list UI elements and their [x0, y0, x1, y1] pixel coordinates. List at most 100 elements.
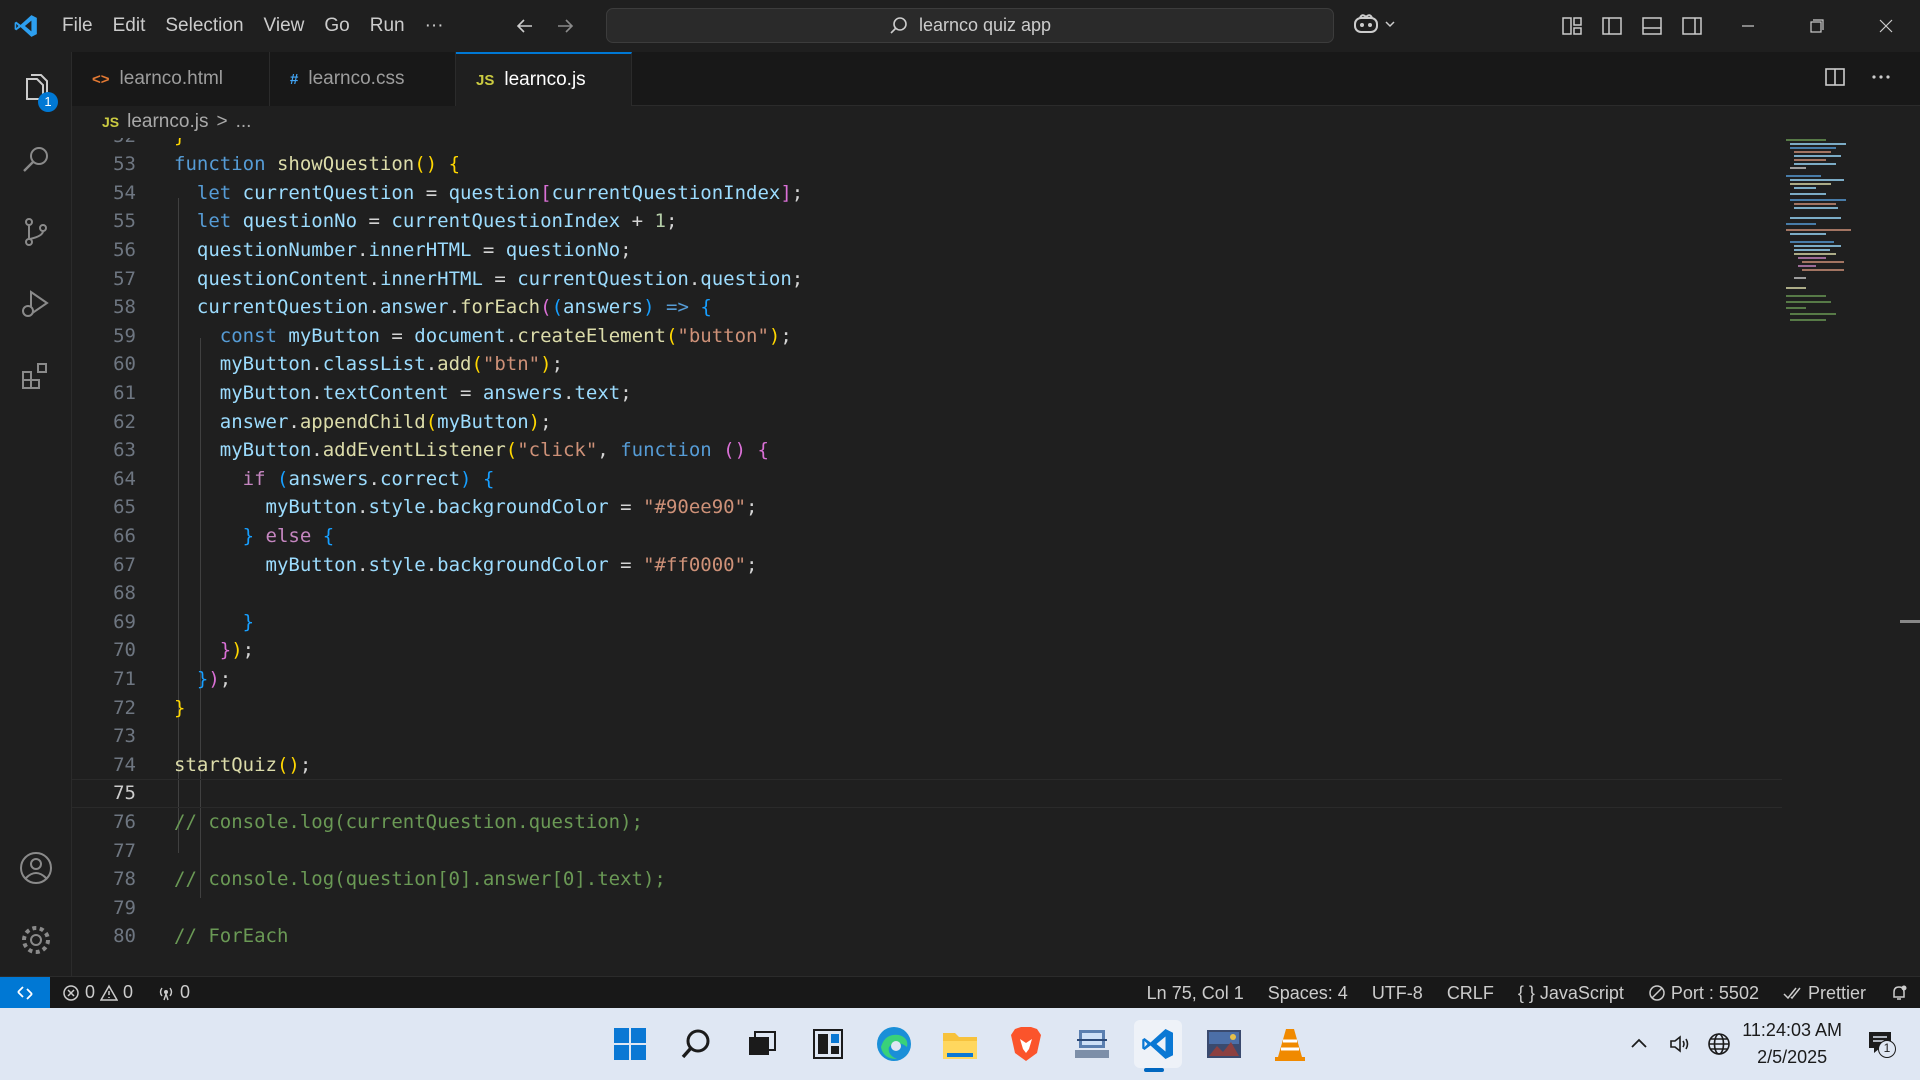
code-line: 55 let questionNo = currentQuestionIndex… [113, 210, 678, 233]
code-line: 70 }); [113, 639, 255, 662]
tab-learnco-html[interactable]: <> learnco.html [72, 52, 270, 106]
warning-icon [100, 983, 119, 1001]
more-actions-icon[interactable] [1870, 66, 1892, 88]
menu-run[interactable]: Run [360, 0, 415, 52]
error-icon [63, 984, 79, 1001]
network-app-icon[interactable] [1068, 1020, 1116, 1068]
split-editor-icon[interactable] [1824, 66, 1846, 88]
code-line: 64 if (answers.correct) { [113, 468, 495, 491]
code-line: 66 } else { [113, 525, 335, 548]
menu-edit[interactable]: Edit [103, 0, 156, 52]
breadcrumb[interactable]: JS learnco.js > ... [72, 106, 1920, 138]
search-icon[interactable] [0, 124, 72, 196]
indentation[interactable]: Spaces: 4 [1256, 977, 1360, 1009]
copilot-icon [1354, 14, 1378, 33]
code-editor[interactable]: 52} 53function showQuestion() { 54 let c… [72, 138, 1920, 976]
back-arrow-icon[interactable] [514, 15, 536, 37]
menu-selection[interactable]: Selection [155, 0, 253, 52]
vscode-taskbar-icon[interactable] [1134, 1020, 1182, 1068]
explorer-icon[interactable]: 1 [0, 52, 72, 124]
menu-more[interactable]: ··· [415, 0, 454, 52]
widgets-icon[interactable] [804, 1020, 852, 1068]
code-line: 59 const myButton = document.createEleme… [113, 325, 792, 348]
code-line: 65 myButton.style.backgroundColor = "#90… [113, 496, 758, 519]
volume-icon[interactable] [1668, 1032, 1692, 1056]
restore-icon[interactable] [1782, 0, 1851, 52]
code-line: 56 questionNumber.innerHTML = questionNo… [113, 239, 632, 262]
notifications-bell-icon[interactable] [1878, 977, 1920, 1009]
prettier-status[interactable]: Prettier [1771, 977, 1878, 1009]
brave-browser-icon[interactable] [1002, 1020, 1050, 1068]
chevron-down-icon [1385, 21, 1395, 28]
run-debug-icon[interactable] [0, 268, 72, 340]
search-text: learnco quiz app [918, 15, 1052, 35]
show-hidden-icons-chevron-icon[interactable] [1628, 1033, 1650, 1055]
minimize-icon[interactable] [1713, 0, 1782, 52]
port-label: Port : 5502 [1670, 982, 1759, 1003]
code-line: 60 myButton.classList.add("btn"); [113, 353, 564, 376]
toggle-panel-icon[interactable] [1640, 14, 1664, 38]
tab-learnco-css[interactable]: # learnco.css [270, 52, 456, 106]
language-mode[interactable]: { } JavaScript [1506, 977, 1636, 1009]
encoding[interactable]: UTF-8 [1360, 977, 1435, 1009]
edge-browser-icon[interactable] [870, 1020, 918, 1068]
menu-file[interactable]: File [52, 0, 103, 52]
broadcast-icon [159, 987, 173, 1000]
code-line: 78// console.log(question[0].answer[0].t… [113, 868, 666, 891]
code-line: 62 answer.appendChild(myButton); [113, 411, 552, 434]
tab-label: learnco.js [504, 69, 586, 90]
vlc-player-icon[interactable] [1266, 1020, 1314, 1068]
live-server-port[interactable]: Port : 5502 [1636, 977, 1771, 1009]
remote-indicator-icon[interactable] [0, 976, 50, 1009]
tab-learnco-js[interactable]: JS learnco.js [456, 52, 632, 106]
html-file-icon: <> [92, 70, 110, 88]
end-of-line[interactable]: CRLF [1435, 977, 1506, 1009]
activity-bar: 1 [0, 52, 72, 976]
code-line: 79 [113, 897, 136, 920]
close-icon[interactable] [1851, 0, 1920, 52]
no-entry-icon [1649, 985, 1665, 1001]
system-tray: 11:24:03 AM 2/5/2025 1 [1628, 1008, 1920, 1080]
ports-status[interactable]: 0 [145, 977, 202, 1009]
breadcrumb-symbol[interactable]: ... [236, 111, 252, 133]
code-line: 71 }); [113, 668, 232, 691]
clock[interactable]: 11:24:03 AM 2/5/2025 [1742, 1017, 1842, 1071]
forward-arrow-icon[interactable] [554, 15, 576, 37]
current-code-line: 75 [72, 779, 1782, 808]
vscode-logo-icon [0, 0, 52, 52]
menu-view[interactable]: View [254, 0, 315, 52]
manage-gear-icon[interactable] [0, 904, 72, 976]
code-line: 57 questionContent.innerHTML = currentQu… [113, 268, 804, 291]
code-line: 73 [113, 725, 136, 748]
cursor-position[interactable]: Ln 75, Col 1 [1135, 977, 1256, 1009]
accounts-icon[interactable] [0, 832, 72, 904]
toggle-primary-sidebar-icon[interactable] [1600, 14, 1624, 38]
css-file-icon: # [290, 70, 299, 88]
notification-center-icon[interactable]: 1 [1866, 1028, 1896, 1061]
photos-app-icon[interactable] [1200, 1020, 1248, 1068]
windows-start-icon[interactable] [606, 1020, 654, 1068]
scrollbar-position-marker[interactable] [1900, 620, 1920, 623]
copilot-button[interactable] [1352, 12, 1396, 36]
menu-go[interactable]: Go [314, 0, 359, 52]
code-line: 74 startQuiz(); [113, 754, 312, 777]
customize-layout-icon[interactable] [1560, 14, 1584, 38]
toggle-secondary-sidebar-icon[interactable] [1680, 14, 1704, 38]
code-line: 52} [72, 138, 1782, 151]
source-control-icon[interactable] [0, 196, 72, 268]
problems-status[interactable]: 0 0 [50, 977, 145, 1009]
code-line: 61 myButton.textContent = answers.text; [113, 382, 632, 405]
task-view-icon[interactable] [738, 1020, 786, 1068]
clock-date: 2/5/2025 [1757, 1047, 1828, 1067]
editor-tabs: <> learnco.html # learnco.css JS learnco… [72, 52, 1920, 106]
warning-count: 0 [123, 982, 134, 1002]
file-explorer-icon[interactable] [936, 1020, 984, 1068]
globe-network-icon[interactable] [1706, 1031, 1732, 1057]
code-line: 63 myButton.addEventListener("click", fu… [113, 439, 769, 462]
extensions-icon[interactable] [0, 340, 72, 412]
breadcrumb-file[interactable]: learnco.js [127, 111, 208, 133]
tab-label: learnco.css [308, 68, 405, 89]
command-center-search[interactable]: learnco quiz app [606, 8, 1334, 43]
taskbar-search-icon[interactable] [672, 1020, 720, 1068]
minimap[interactable] [1786, 138, 1896, 338]
